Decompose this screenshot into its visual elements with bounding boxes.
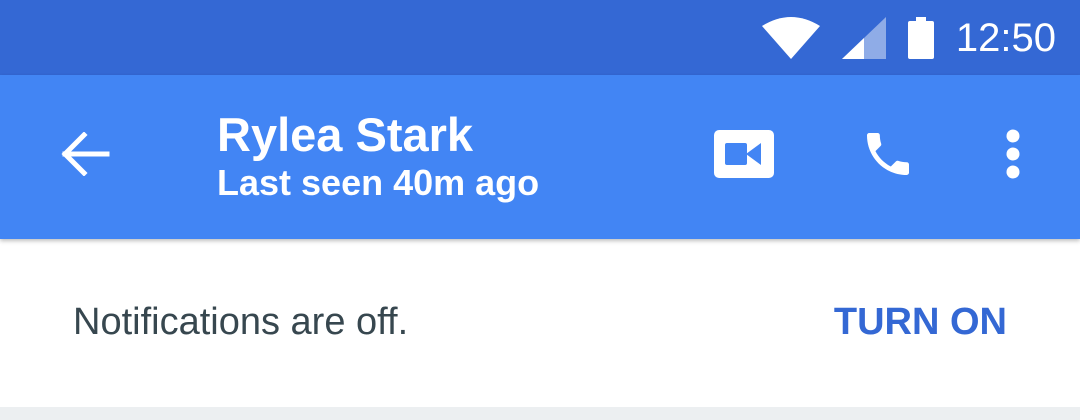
voice-call-button[interactable] <box>845 113 931 199</box>
phone-icon <box>860 126 916 187</box>
back-arrow-icon <box>60 130 110 181</box>
conversation-header[interactable]: Rylea Stark Last seen 40m ago <box>217 109 539 205</box>
notifications-banner: Notifications are off. TURN ON <box>0 239 1080 407</box>
more-options-button[interactable] <box>970 113 1056 199</box>
turn-on-notifications-button[interactable]: TURN ON <box>834 301 1007 344</box>
status-icons: 12:50 <box>761 0 1056 75</box>
status-time: 12:50 <box>955 15 1056 60</box>
video-call-icon <box>714 129 774 183</box>
cell-signal-icon <box>841 16 886 59</box>
back-button[interactable] <box>42 113 128 199</box>
status-bar: 12:50 <box>0 0 1080 75</box>
notifications-status-text: Notifications are off. <box>73 301 409 343</box>
last-seen-status: Last seen 40m ago <box>217 162 540 203</box>
app-bar: Rylea Stark Last seen 40m ago <box>0 75 1080 239</box>
more-vert-icon <box>1005 129 1021 184</box>
wifi-icon <box>761 16 820 59</box>
battery-icon <box>907 16 934 59</box>
contact-name: Rylea Stark <box>217 108 474 161</box>
video-call-button[interactable] <box>701 113 787 199</box>
